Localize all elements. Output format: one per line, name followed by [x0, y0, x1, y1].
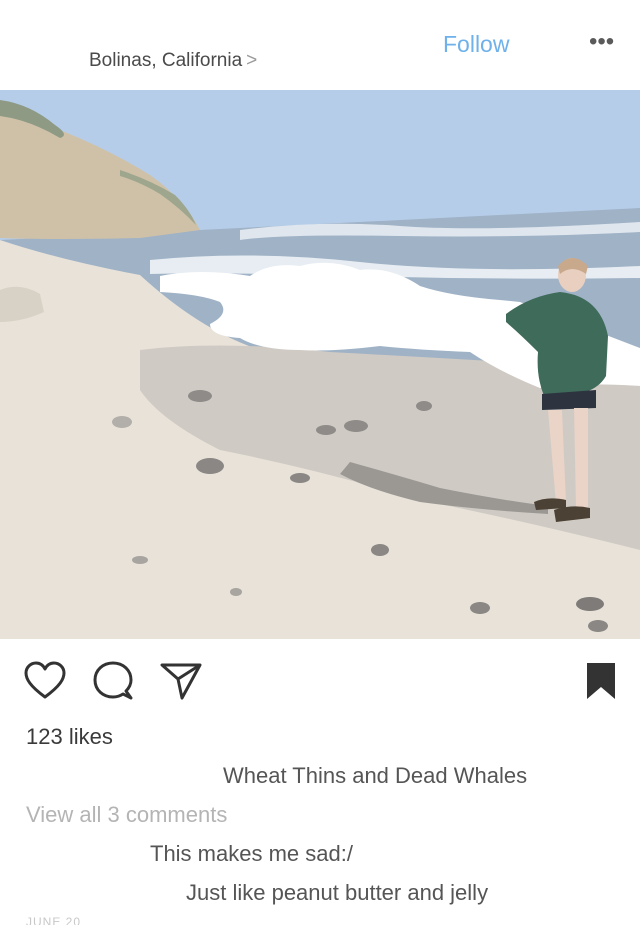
rock [416, 401, 432, 411]
rock [196, 458, 224, 474]
follow-button[interactable]: Follow [443, 31, 509, 58]
location-link[interactable]: Bolinas, California > [89, 50, 257, 72]
post-caption: Wheat Thins and Dead Whales [223, 763, 528, 788]
rock [344, 420, 368, 432]
chevron-right-icon: > [246, 50, 258, 71]
rock [230, 588, 242, 596]
post-header: Bolinas, California > Follow ••• [0, 0, 640, 90]
rock [316, 425, 336, 435]
send-icon[interactable] [160, 661, 202, 701]
more-options-icon[interactable]: ••• [589, 30, 614, 54]
bookmark-icon[interactable] [585, 661, 617, 701]
likes-count[interactable]: 123 likes [26, 724, 113, 750]
beach-photo [0, 90, 640, 639]
post-date: JUNE 20 [26, 915, 82, 925]
post-photo[interactable] [0, 90, 640, 639]
location-label: Bolinas, California [89, 50, 243, 71]
comment-item: Just like peanut butter and jelly [186, 880, 489, 905]
rock [132, 556, 148, 564]
comment-item: This makes me sad:/ [150, 841, 353, 866]
rock [290, 473, 310, 483]
rock [470, 602, 490, 614]
comment-icon[interactable] [93, 661, 133, 701]
rock [371, 544, 389, 556]
rock [588, 620, 608, 632]
heart-icon[interactable] [24, 661, 66, 701]
rock [112, 416, 132, 428]
post-actions [0, 655, 640, 711]
rock [188, 390, 212, 402]
view-all-comments-link[interactable]: View all 3 comments [26, 802, 227, 828]
rock [576, 597, 604, 611]
